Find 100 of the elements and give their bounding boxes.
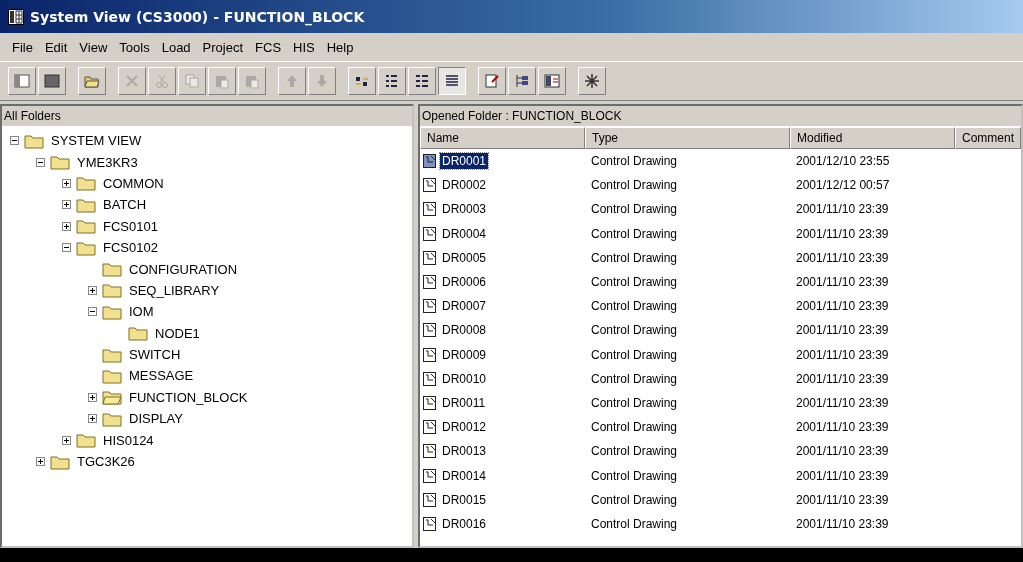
file-name[interactable]: DR0015 [440, 491, 489, 508]
plus-icon [88, 285, 97, 295]
tree-item[interactable]: IOM [125, 304, 154, 320]
tree-item[interactable]: SWITCH [125, 347, 181, 363]
file-name[interactable]: DR0001 [440, 153, 489, 170]
menu-item[interactable]: FCS [249, 37, 288, 57]
expander[interactable] [62, 200, 73, 210]
column-header[interactable]: Comment [955, 127, 1021, 149]
open-folder-icon [84, 73, 100, 89]
expander[interactable] [62, 435, 73, 445]
file-name[interactable]: DR0016 [440, 515, 489, 532]
expander[interactable] [88, 414, 99, 424]
document-icon [422, 346, 438, 363]
tree-item[interactable]: COMMON [99, 175, 164, 191]
expander[interactable] [88, 285, 99, 295]
file-name[interactable]: DR0012 [440, 419, 489, 436]
tree-item[interactable]: CONFIGURATION [125, 261, 238, 277]
paste-icon [244, 73, 260, 89]
expander[interactable] [88, 307, 99, 317]
list-icon [414, 73, 430, 89]
folder-icon [102, 346, 122, 363]
file-name[interactable]: DR0003 [440, 201, 489, 218]
file-name[interactable]: DR0014 [440, 467, 489, 484]
table-cell: Control Drawing [591, 492, 678, 507]
file-name[interactable]: DR0007 [440, 298, 489, 315]
table-cell: 2001/11/10 23:39 [796, 202, 889, 217]
folder-icon [76, 239, 96, 256]
expander[interactable] [36, 157, 47, 167]
folder-icon [50, 453, 70, 470]
menu-item[interactable]: File [6, 37, 39, 57]
expander[interactable] [62, 178, 73, 188]
tree-item[interactable]: FCS0102 [99, 240, 158, 256]
file-name[interactable]: DR0009 [440, 346, 489, 363]
document-icon [422, 394, 438, 411]
file-name[interactable]: DR0002 [440, 177, 489, 194]
table-cell: 2001/11/10 23:39 [796, 468, 889, 483]
tree-item[interactable]: MESSAGE [125, 368, 194, 384]
document-icon [422, 153, 438, 170]
table-cell: Control Drawing [591, 516, 678, 531]
column-header[interactable]: Name [420, 127, 585, 149]
menu-item[interactable]: Tools [113, 37, 156, 57]
tree-item[interactable]: NODE1 [151, 325, 200, 341]
menu-item[interactable]: Load [155, 37, 197, 57]
document-icon [422, 298, 438, 315]
document-icon [422, 491, 438, 508]
tree-icon [514, 73, 530, 89]
plus-icon [62, 178, 71, 188]
folder-icon [102, 303, 122, 320]
expander[interactable] [36, 457, 47, 467]
copy-icon [184, 73, 200, 89]
file-name[interactable]: DR0011 [440, 394, 488, 411]
menu-item[interactable]: Edit [38, 37, 74, 57]
expander[interactable] [62, 221, 73, 231]
file-name[interactable]: DR0004 [440, 225, 489, 242]
table-cell: 2001/11/10 23:39 [796, 420, 889, 435]
folder-icon [102, 410, 122, 427]
folder-icon [102, 261, 122, 278]
table-cell: 2001/11/10 23:39 [796, 516, 889, 531]
tree-item[interactable]: SEQ_LIBRARY [125, 282, 220, 298]
table-cell: Control Drawing [591, 468, 678, 483]
file-name[interactable]: DR0013 [440, 443, 489, 460]
minus-icon [62, 243, 71, 253]
tree-item[interactable]: TGC3K26 [73, 454, 135, 470]
document-icon [422, 515, 438, 532]
file-name[interactable]: DR0005 [440, 249, 489, 266]
table-cell: 2001/11/10 23:39 [796, 226, 889, 241]
tree-item[interactable]: SYSTEM VIEW [47, 133, 142, 149]
expander[interactable] [88, 392, 99, 402]
minus-icon [10, 136, 19, 146]
expander[interactable] [62, 243, 73, 253]
column-header[interactable]: Type [585, 127, 790, 149]
tree-item[interactable]: HIS0124 [99, 432, 154, 448]
table-cell: Control Drawing [591, 420, 678, 435]
menu-item[interactable]: HIS [287, 37, 321, 57]
expander[interactable] [10, 136, 21, 146]
menu-item[interactable]: Help [320, 37, 360, 57]
table-cell: 2001/11/10 23:39 [796, 395, 889, 410]
menu-item[interactable]: View [73, 37, 114, 57]
table-cell: Control Drawing [591, 226, 678, 241]
document-icon [422, 467, 438, 484]
folder-icon [76, 218, 96, 235]
column-header[interactable]: Modified [790, 127, 955, 149]
tree-item[interactable]: YME3KR3 [73, 154, 138, 170]
document-icon [422, 225, 438, 242]
plus-icon [62, 221, 71, 231]
tree-item[interactable]: FCS0101 [99, 218, 158, 234]
toolbar-button[interactable] [438, 67, 466, 95]
document-icon [422, 370, 438, 387]
tree-item[interactable]: FUNCTION_BLOCK [125, 389, 248, 405]
file-name[interactable]: DR0008 [440, 322, 489, 339]
tree-item[interactable]: BATCH [99, 197, 147, 213]
tree-item[interactable]: DISPLAY [125, 411, 183, 427]
table-cell: Control Drawing [591, 444, 678, 459]
menu-item[interactable]: Project [196, 37, 250, 57]
small-icons-icon [384, 73, 400, 89]
table-cell: Control Drawing [591, 347, 678, 362]
delete-icon [124, 73, 140, 89]
file-name[interactable]: DR0010 [440, 370, 489, 387]
file-name[interactable]: DR0006 [440, 274, 489, 291]
down-arrow-icon [314, 73, 330, 89]
